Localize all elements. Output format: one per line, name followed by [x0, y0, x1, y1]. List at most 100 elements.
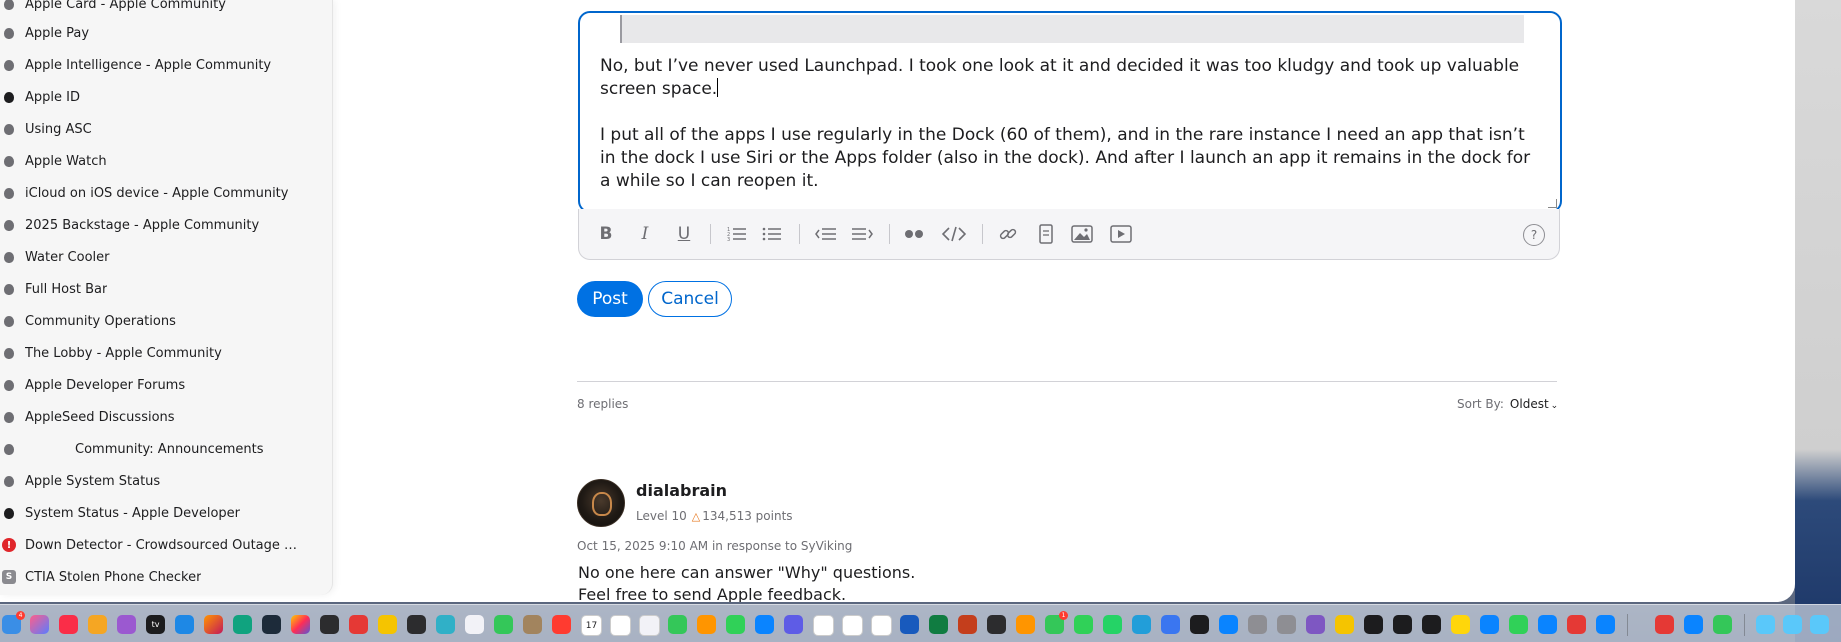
- quote-button[interactable]: [902, 222, 928, 246]
- safari-icon[interactable]: [175, 615, 194, 634]
- powerpoint-icon[interactable]: [958, 615, 977, 634]
- app-icon[interactable]: [610, 615, 631, 636]
- sidebar-item-the-lobby[interactable]: The Lobby - Apple Community: [0, 341, 320, 365]
- phone-icon[interactable]: [1713, 615, 1732, 634]
- app-store-icon[interactable]: [1219, 615, 1238, 634]
- reply-author[interactable]: dialabrain: [636, 481, 727, 500]
- numbers-icon[interactable]: [726, 615, 745, 634]
- app-icon[interactable]: [842, 615, 863, 636]
- messages-icon[interactable]: 1: [1045, 611, 1068, 634]
- app-icon[interactable]: [784, 615, 803, 634]
- clock-icon[interactable]: [465, 615, 484, 634]
- italic-button[interactable]: I: [632, 222, 658, 246]
- sidebar-item-appleseed[interactable]: AppleSeed Discussions: [0, 405, 320, 429]
- contacts-icon[interactable]: [523, 615, 542, 634]
- sidebar-item-apple-watch[interactable]: Apple Watch: [0, 149, 320, 173]
- app-icon[interactable]: [1016, 615, 1035, 634]
- app-icon[interactable]: [1306, 615, 1325, 634]
- app-icon[interactable]: [1509, 615, 1528, 634]
- folder-icon[interactable]: [1756, 615, 1775, 634]
- sidebar-item-community-operations[interactable]: Community Operations: [0, 309, 320, 333]
- sidebar-item-developer-forums[interactable]: Apple Developer Forums: [0, 373, 320, 397]
- app-icon[interactable]: [262, 615, 281, 634]
- finder-icon[interactable]: 4: [2, 611, 25, 634]
- app-icon[interactable]: [1596, 615, 1615, 634]
- folder-icon[interactable]: [1810, 615, 1829, 634]
- avatar[interactable]: [577, 479, 625, 527]
- activity-monitor-icon[interactable]: [1364, 615, 1383, 634]
- sidebar-item-apple-pay[interactable]: Apple Pay: [0, 21, 320, 45]
- code-button[interactable]: [941, 222, 967, 246]
- bullet-list-button[interactable]: [759, 222, 785, 246]
- app-icon[interactable]: [1451, 615, 1470, 634]
- chatgpt-icon[interactable]: [233, 615, 252, 634]
- sort-dropdown[interactable]: Oldest: [1510, 397, 1549, 411]
- indent-button[interactable]: [849, 222, 875, 246]
- sidebar-item-down-detector[interactable]: ! Down Detector - Crowdsourced Outage Ch…: [0, 533, 320, 557]
- video-button[interactable]: [1108, 222, 1134, 246]
- sidebar-item-water-cooler[interactable]: Water Cooler: [0, 245, 320, 269]
- sidebar-item-using-asc[interactable]: Using ASC: [0, 117, 320, 141]
- cancel-button[interactable]: Cancel: [648, 281, 732, 317]
- terminal-icon[interactable]: [1190, 615, 1209, 634]
- bold-button[interactable]: B: [593, 222, 619, 246]
- image-button[interactable]: [1069, 222, 1095, 246]
- app-icon[interactable]: [407, 615, 426, 634]
- help-button[interactable]: ?: [1523, 224, 1545, 246]
- podcasts-icon[interactable]: [117, 615, 136, 634]
- app-icon[interactable]: [1393, 615, 1412, 634]
- numbered-list-button[interactable]: 1 2 3: [724, 222, 750, 246]
- link-button[interactable]: [995, 222, 1021, 246]
- reply-editor[interactable]: No, but I’ve never used Launchpad. I too…: [578, 11, 1562, 213]
- app-icon[interactable]: [320, 615, 339, 634]
- sidebar-item-developer-status[interactable]: System Status - Apple Developer: [0, 501, 320, 525]
- app-icon[interactable]: [639, 615, 660, 636]
- sidebar-item-apple-id[interactable]: Apple ID: [0, 85, 320, 109]
- attachment-button[interactable]: [1033, 222, 1059, 246]
- music-icon[interactable]: [59, 615, 78, 634]
- firefox-icon[interactable]: [204, 615, 223, 634]
- folder-icon[interactable]: [1783, 615, 1802, 634]
- app-icon[interactable]: [1422, 615, 1441, 634]
- sidebar-item-apple-card[interactable]: Apple Card - Apple Community: [0, 0, 320, 16]
- sidebar-item-apple-intelligence[interactable]: Apple Intelligence - Apple Community: [0, 53, 320, 77]
- app-icon[interactable]: [436, 615, 455, 634]
- app-icon[interactable]: [987, 615, 1006, 634]
- zoom-icon[interactable]: [1684, 615, 1703, 634]
- app-icon[interactable]: [668, 615, 687, 634]
- app-icon[interactable]: [1335, 615, 1354, 634]
- whatsapp-icon[interactable]: [1103, 615, 1122, 634]
- calendar-icon[interactable]: 17: [581, 615, 602, 636]
- app-icon[interactable]: [1567, 615, 1586, 634]
- sidebar-item-icloud[interactable]: iCloud on iOS device - Apple Community: [0, 181, 320, 205]
- app-icon[interactable]: [1248, 615, 1267, 634]
- hp-icon[interactable]: [1538, 615, 1557, 634]
- outdent-button[interactable]: [813, 222, 839, 246]
- sidebar-item-announcements[interactable]: Community: Announcements: [0, 437, 320, 461]
- sidebar-item-full-host-bar[interactable]: Full Host Bar: [0, 277, 320, 301]
- app-icon[interactable]: [1655, 615, 1674, 634]
- keynote-icon[interactable]: [755, 615, 774, 634]
- post-button[interactable]: Post: [577, 281, 643, 317]
- maps-icon[interactable]: [494, 615, 513, 634]
- sidebar-item-backstage[interactable]: 2025 Backstage - Apple Community: [0, 213, 320, 237]
- app-icon[interactable]: [813, 615, 834, 636]
- resize-handle[interactable]: [1548, 199, 1557, 208]
- apple-tv-icon[interactable]: tv: [146, 615, 165, 634]
- telegram-icon[interactable]: [1132, 615, 1151, 634]
- system-settings-icon[interactable]: [1277, 615, 1296, 634]
- photos-icon[interactable]: [291, 615, 310, 634]
- excel-icon[interactable]: [929, 615, 948, 634]
- app-icon[interactable]: [871, 615, 892, 636]
- notes-icon[interactable]: [378, 615, 397, 634]
- signal-icon[interactable]: [1161, 615, 1180, 634]
- launchpad-icon[interactable]: [30, 615, 49, 634]
- app-icon[interactable]: [349, 615, 368, 634]
- app-icon[interactable]: [1480, 615, 1499, 634]
- sidebar-item-system-status[interactable]: Apple System Status: [0, 469, 320, 493]
- pages-icon[interactable]: [697, 615, 716, 634]
- reminders-icon[interactable]: [552, 615, 571, 634]
- books-icon[interactable]: [88, 615, 107, 634]
- sidebar-item-ctia[interactable]: S CTIA Stolen Phone Checker: [0, 565, 320, 589]
- underline-button[interactable]: U: [671, 222, 697, 246]
